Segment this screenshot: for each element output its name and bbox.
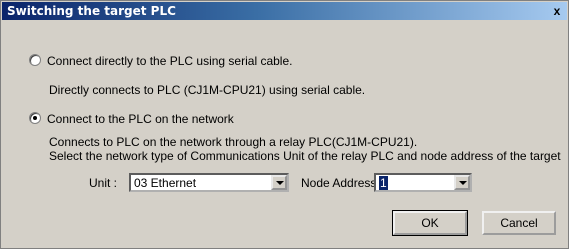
ok-button[interactable]: OK	[392, 210, 468, 236]
title-bar[interactable]: Switching the target PLC x	[2, 2, 567, 20]
serial-option-label[interactable]: Connect directly to the PLC using serial…	[47, 54, 292, 68]
node-address-value: 1	[379, 176, 388, 190]
dialog-title: Switching the target PLC	[7, 4, 176, 18]
network-description-line1: Connects to PLC on the network through a…	[49, 135, 418, 149]
network-radio[interactable]	[29, 112, 41, 124]
unit-select[interactable]: 03 Ethernet	[129, 173, 289, 192]
close-icon[interactable]: x	[549, 4, 565, 18]
cancel-button[interactable]: Cancel	[482, 211, 556, 235]
node-address-value-wrap: 1	[379, 176, 388, 190]
unit-select-value: 03 Ethernet	[134, 176, 197, 190]
switch-target-plc-dialog: Switching the target PLC x Connect direc…	[0, 0, 569, 249]
serial-description: Directly connects to PLC (CJ1M-CPU21) us…	[49, 83, 366, 97]
chevron-down-icon[interactable]	[454, 175, 470, 190]
chevron-down-icon[interactable]	[271, 175, 287, 190]
node-address-label: Node Address	[301, 176, 377, 190]
node-address-select[interactable]: 1	[374, 173, 472, 192]
unit-label: Unit :	[89, 176, 118, 190]
serial-radio[interactable]	[29, 54, 41, 66]
radio-selected-dot	[33, 116, 37, 120]
network-option-label[interactable]: Connect to the PLC on the network	[47, 112, 234, 126]
network-description-line2: Select the network type of Communication…	[49, 149, 561, 163]
